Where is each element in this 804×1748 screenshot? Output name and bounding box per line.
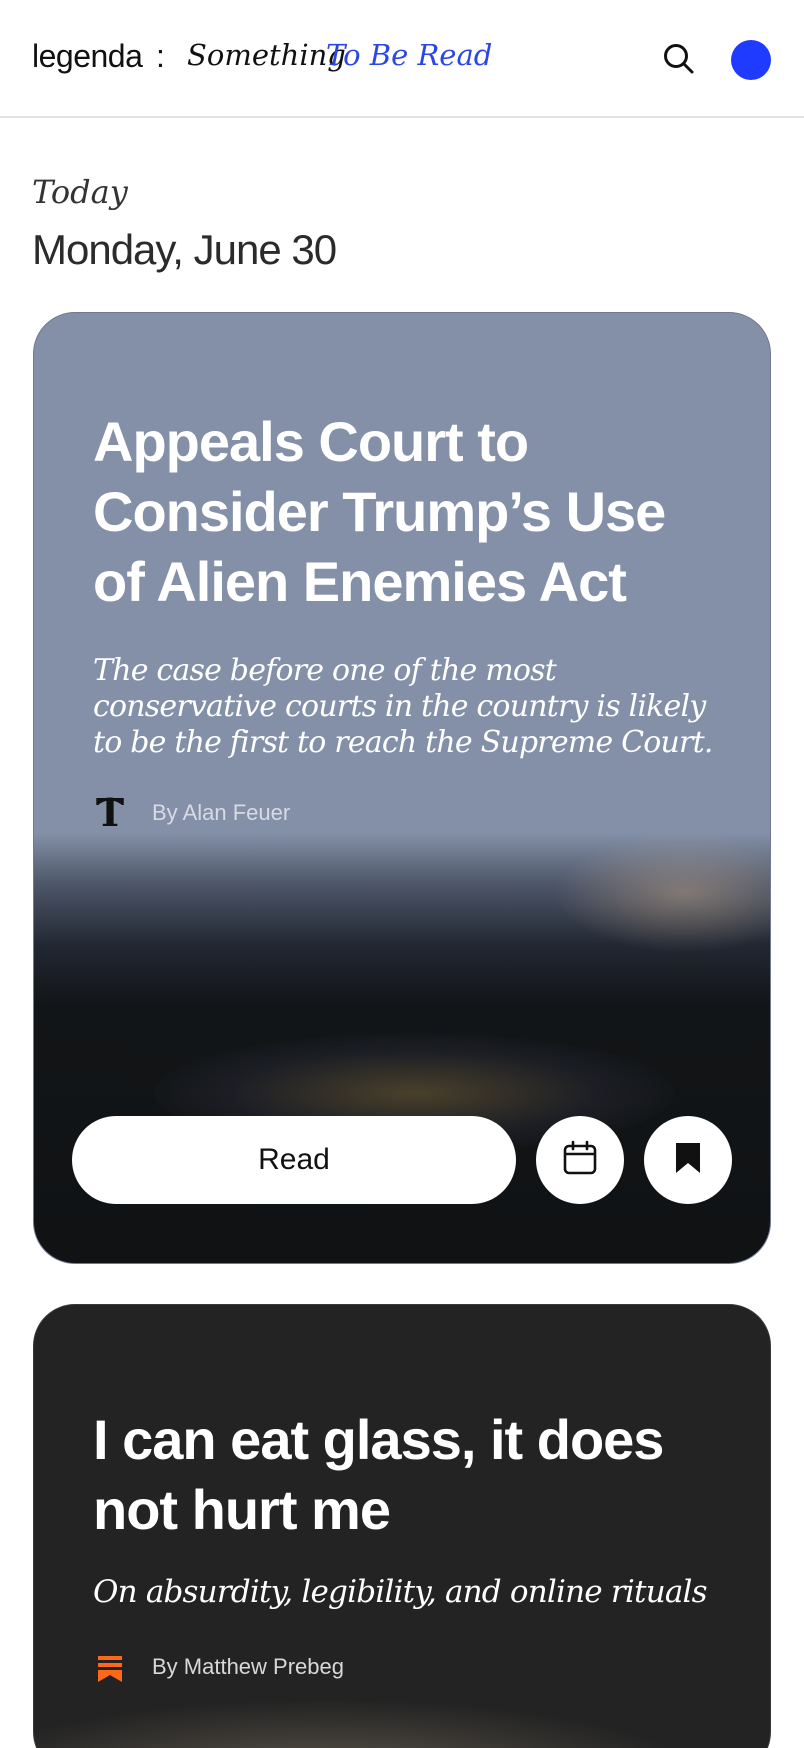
article-card[interactable]: I can eat glass, it does not hurt me On … — [33, 1304, 771, 1748]
tagline-to-be-read: To Be Read — [326, 38, 493, 72]
brand-separator: : — [156, 38, 165, 74]
nyt-logo-icon: T — [92, 790, 128, 835]
article-dek: The case before one of the most conserva… — [93, 653, 713, 760]
article-headline[interactable]: I can eat glass, it does not hurt me — [93, 1405, 723, 1545]
article-headline[interactable]: Appeals Court to Consider Trump’s Use of… — [93, 407, 723, 617]
avatar[interactable] — [731, 40, 771, 80]
bookmark-icon — [673, 1140, 703, 1181]
substack-logo-icon — [92, 1647, 128, 1687]
save-button[interactable] — [644, 1116, 732, 1204]
tagline-something: Something — [187, 38, 346, 72]
article-byline: By Matthew Prebeg — [152, 1654, 344, 1679]
schedule-button[interactable] — [536, 1116, 624, 1204]
calendar-icon — [562, 1140, 598, 1181]
card-image-glow — [34, 1685, 770, 1748]
article-byline: By Alan Feuer — [152, 800, 291, 825]
brand-logo[interactable]: legenda — [32, 38, 143, 75]
read-button[interactable]: Read — [72, 1116, 516, 1204]
section-label: Today — [32, 173, 128, 211]
article-dek: On absurdity, legibility, and online rit… — [93, 1574, 708, 1610]
top-bar: legenda : Something To Be Read — [0, 0, 804, 118]
search-icon[interactable] — [662, 42, 696, 76]
page-title: Monday, June 30 — [32, 226, 337, 273]
article-card[interactable]: Appeals Court to Consider Trump’s Use of… — [33, 312, 771, 1264]
